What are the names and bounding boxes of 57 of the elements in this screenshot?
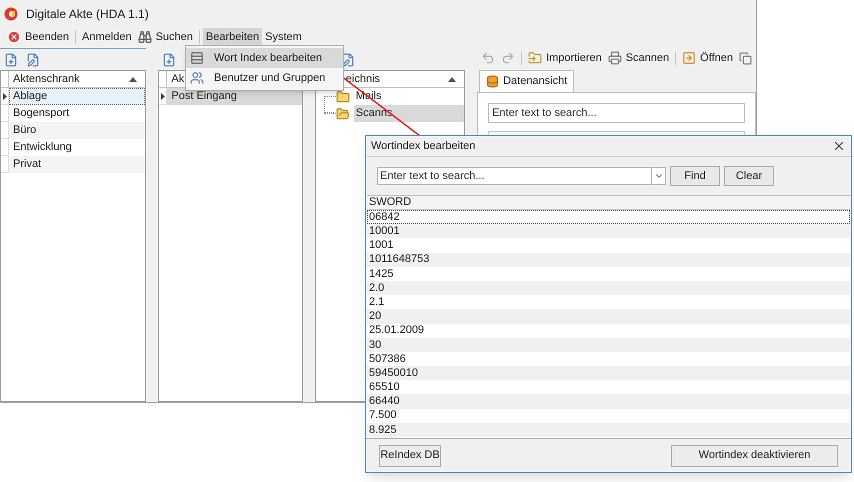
close-icon	[7, 30, 21, 44]
back-arrow-icon[interactable]	[481, 51, 496, 65]
app-logo-icon	[4, 7, 18, 21]
table-cell[interactable]: 1011648753	[367, 252, 850, 267]
database-icon	[486, 75, 500, 88]
sort-arrow-icon	[129, 76, 138, 82]
folder-icon	[336, 106, 350, 120]
menu-item[interactable]: Wort Index bearbeiten	[186, 48, 343, 68]
window-title: Digitale Akte (HDA 1.1)	[26, 6, 149, 23]
users-icon	[190, 71, 204, 85]
toolbar-button[interactable]: Scannen	[608, 50, 670, 66]
table-cell[interactable]: 2.1	[367, 295, 850, 310]
edit-file-icon[interactable]	[26, 53, 40, 67]
menu-item[interactable]: Suchen	[134, 28, 196, 46]
dialog-button[interactable]: ReIndex DB	[379, 444, 441, 466]
folder-icon	[336, 90, 350, 104]
menu-item[interactable]: Beenden	[4, 28, 72, 46]
column-header[interactable]: Aktenschrank	[1, 71, 146, 88]
scanner-icon	[608, 51, 622, 65]
binoculars-icon	[138, 30, 152, 44]
table-cell[interactable]: 8.925	[367, 422, 850, 437]
table-cell[interactable]: 10001	[367, 224, 850, 238]
dialog-button[interactable]: Wortindex deaktivieren	[671, 444, 838, 466]
folder-import-icon	[528, 51, 542, 65]
list-icon	[190, 51, 204, 65]
row-pointer-icon	[160, 92, 165, 100]
sort-arrow-icon	[448, 76, 456, 82]
window-icon[interactable]	[738, 52, 752, 64]
search-field[interactable]: Enter text to search...	[488, 103, 745, 123]
tab[interactable]: Datenansicht	[479, 70, 574, 92]
table-cell[interactable]: 30	[367, 338, 850, 352]
new-file-icon[interactable]	[4, 53, 18, 67]
table-row[interactable]: Büro	[9, 122, 146, 139]
table-cell[interactable]: 2.0	[367, 280, 850, 296]
toolbar-button[interactable]: Importieren	[528, 50, 602, 66]
table-row[interactable]: Privat	[9, 156, 146, 173]
dialog-title: Wortindex bearbeiten	[371, 138, 476, 154]
menu-item[interactable]: System	[262, 28, 305, 46]
toolbar-button[interactable]: Öffnen	[682, 50, 733, 66]
forward-arrow-icon[interactable]	[501, 51, 516, 65]
search-field[interactable]: Enter text to search...	[377, 167, 652, 185]
table-cell[interactable]: 20	[367, 309, 850, 324]
new-file-icon[interactable]	[162, 53, 176, 67]
table-row[interactable]: Ablage	[9, 88, 146, 105]
table-cell[interactable]: 66440	[367, 394, 850, 409]
dialog-button[interactable]: Find	[670, 166, 720, 186]
dropdown-button[interactable]	[652, 167, 666, 185]
table-cell[interactable]: 59450010	[367, 366, 850, 380]
menu-item[interactable]: Bearbeiten	[202, 28, 262, 46]
row-pointer-icon	[2, 92, 6, 100]
column-header[interactable]: SWORD	[367, 196, 850, 210]
table-cell[interactable]: 65510	[367, 380, 850, 394]
menu-item[interactable]: Anmelden	[79, 28, 135, 46]
open-icon	[682, 51, 696, 65]
close-icon[interactable]	[832, 139, 846, 153]
table-cell[interactable]: 06842	[367, 210, 850, 224]
dialog-button[interactable]: Clear	[724, 166, 774, 186]
